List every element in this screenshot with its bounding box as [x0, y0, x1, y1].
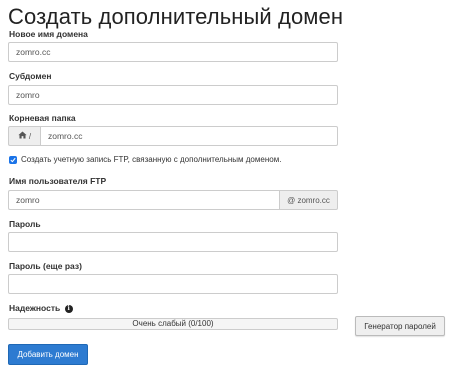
- ftp-username-label: Имя пользователя FTP: [9, 176, 107, 186]
- strength-label-row: Надежность i: [9, 303, 73, 313]
- root-folder-label: Корневая папка: [9, 113, 76, 123]
- root-folder-prefix: /: [28, 131, 32, 141]
- password-repeat-label: Пароль (еще раз): [9, 261, 82, 271]
- ftp-username-input[interactable]: zomro: [8, 190, 279, 210]
- password-input[interactable]: [8, 232, 338, 252]
- ftp-checkbox-row[interactable]: Создать учетную запись FTP, связанную с …: [9, 155, 281, 164]
- password-label: Пароль: [9, 219, 41, 229]
- ftp-domain-addon: @ zomro.cc: [279, 190, 338, 210]
- page-title: Создать дополнительный домен: [8, 4, 344, 29]
- strength-label: Надежность: [9, 303, 61, 313]
- subdomain-input[interactable]: zomro: [8, 85, 338, 105]
- root-folder-input[interactable]: zomro.cc: [40, 126, 338, 146]
- check-icon: [10, 157, 16, 162]
- subdomain-label: Субдомен: [9, 71, 52, 81]
- ftp-checkbox[interactable]: [9, 155, 17, 164]
- home-icon: [18, 131, 27, 141]
- new-domain-input[interactable]: zomro.cc: [8, 42, 338, 62]
- add-domain-button[interactable]: Добавить домен: [8, 344, 88, 365]
- strength-meter: Очень слабый (0/100): [8, 318, 338, 330]
- password-repeat-input[interactable]: [8, 274, 338, 294]
- password-generator-button[interactable]: Генератор паролей: [355, 316, 445, 336]
- ftp-checkbox-label: Создать учетную запись FTP, связанную с …: [21, 155, 282, 164]
- root-folder-addon: /: [8, 126, 40, 146]
- info-icon[interactable]: i: [64, 304, 73, 313]
- new-domain-label: Новое имя домена: [9, 29, 88, 39]
